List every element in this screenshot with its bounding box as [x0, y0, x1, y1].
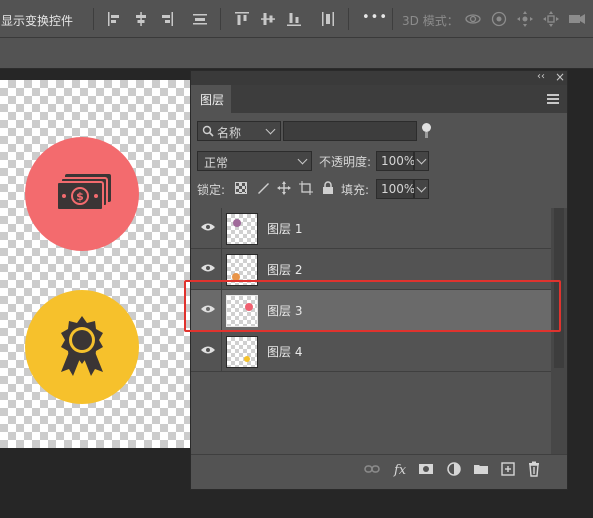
thumbnail-content	[233, 219, 241, 227]
filter-search-input[interactable]	[283, 121, 417, 141]
filter-kind-dropdown[interactable]: 名称	[197, 121, 281, 141]
3d-mode-label: 3D 模式：	[402, 14, 459, 28]
filter-toggle-icon[interactable]	[422, 123, 431, 132]
new-group-folder-icon[interactable]	[473, 461, 489, 477]
separator	[348, 8, 349, 30]
search-icon	[202, 125, 214, 137]
align-bottom-icon[interactable]	[285, 10, 303, 28]
fill-input[interactable]: 100%	[376, 179, 415, 199]
align-horizontal-center-icon[interactable]	[132, 10, 150, 28]
blend-mode-value: 正常	[204, 156, 229, 170]
collapse-panel-button[interactable]: ‹‹	[537, 71, 545, 82]
show-transform-controls-label: 显示变换控件	[1, 14, 74, 28]
divider	[221, 208, 222, 249]
3d-orbit-icon[interactable]	[464, 10, 482, 28]
distribute-vertical-icon[interactable]	[319, 10, 337, 28]
link-layers-icon[interactable]	[364, 461, 380, 477]
layer-row[interactable]: 图层 4	[191, 331, 551, 372]
layer-name: 图层 2	[267, 263, 303, 277]
fill-slider-toggle[interactable]	[414, 179, 429, 199]
money-bills-icon: $	[56, 174, 111, 211]
panel-tab-row: 图层	[191, 85, 567, 113]
filter-kind-label: 名称	[217, 126, 242, 140]
visibility-eye-icon[interactable]	[201, 263, 215, 273]
blend-mode-dropdown[interactable]: 正常	[197, 151, 312, 171]
align-vertical-center-icon[interactable]	[259, 10, 277, 28]
separator	[93, 8, 94, 30]
new-layer-icon[interactable]	[500, 461, 516, 477]
visibility-eye-icon[interactable]	[201, 222, 215, 232]
red-circle-graphic: $	[25, 137, 139, 251]
3d-roll-icon[interactable]	[490, 10, 508, 28]
layer-name: 图层 1	[267, 222, 303, 236]
layer-name: 图层 4	[267, 345, 303, 359]
3d-camera-icon[interactable]	[568, 10, 586, 28]
close-panel-button[interactable]: ×	[555, 70, 565, 84]
add-layer-mask-icon[interactable]	[418, 461, 434, 477]
document-canvas[interactable]: $	[0, 80, 190, 448]
separator	[392, 8, 393, 30]
separator	[220, 8, 221, 30]
layer-thumbnail	[226, 213, 258, 245]
chevron-down-icon	[416, 154, 427, 165]
align-right-icon[interactable]	[157, 10, 175, 28]
chevron-down-icon	[297, 154, 308, 165]
award-badge-icon	[61, 316, 103, 376]
panel-menu-icon[interactable]	[547, 94, 559, 104]
tab-bar	[0, 38, 593, 69]
lock-artboard-icon[interactable]	[299, 181, 313, 195]
svg-text:fx: fx	[393, 463, 407, 477]
align-left-icon[interactable]	[106, 10, 124, 28]
svg-text:$: $	[76, 190, 84, 203]
layers-bottom-toolbar: fx	[191, 454, 567, 482]
selection-highlight-annotation	[184, 280, 561, 332]
3d-pan-icon[interactable]	[516, 10, 534, 28]
lock-position-icon[interactable]	[277, 181, 291, 195]
3d-slide-icon[interactable]	[542, 10, 560, 28]
delete-layer-trash-icon[interactable]	[526, 461, 542, 477]
fill-label: 填充:	[341, 183, 370, 197]
layer-thumbnail	[226, 336, 258, 368]
more-options-button[interactable]: •••	[362, 10, 388, 25]
chevron-down-icon	[416, 182, 427, 193]
align-top-icon[interactable]	[233, 10, 251, 28]
distribute-horizontal-icon[interactable]	[191, 10, 209, 28]
chevron-down-icon	[265, 124, 276, 135]
layer-style-fx-icon[interactable]: fx	[393, 461, 409, 477]
divider	[221, 331, 222, 372]
opacity-slider-toggle[interactable]	[414, 151, 429, 171]
layer-row[interactable]: 图层 1	[191, 208, 551, 249]
opacity-label: 不透明度:	[319, 155, 372, 169]
opacity-input[interactable]: 100%	[376, 151, 415, 171]
lock-image-pixels-icon[interactable]	[256, 181, 270, 195]
options-bar: 显示变换控件 ••• 3D 模式：	[0, 0, 593, 38]
yellow-circle-graphic	[25, 290, 139, 404]
panel-title-bar: ‹‹ ×	[191, 70, 567, 85]
lock-all-icon[interactable]	[322, 181, 334, 195]
thumbnail-content	[244, 356, 250, 362]
lock-label: 锁定:	[197, 183, 226, 197]
adjustment-layer-icon[interactable]	[446, 461, 462, 477]
lock-transparent-pixels-icon[interactable]	[235, 182, 247, 194]
filter-toggle-stem	[425, 132, 428, 138]
tab-layers[interactable]: 图层	[191, 85, 231, 113]
visibility-eye-icon[interactable]	[201, 345, 215, 355]
